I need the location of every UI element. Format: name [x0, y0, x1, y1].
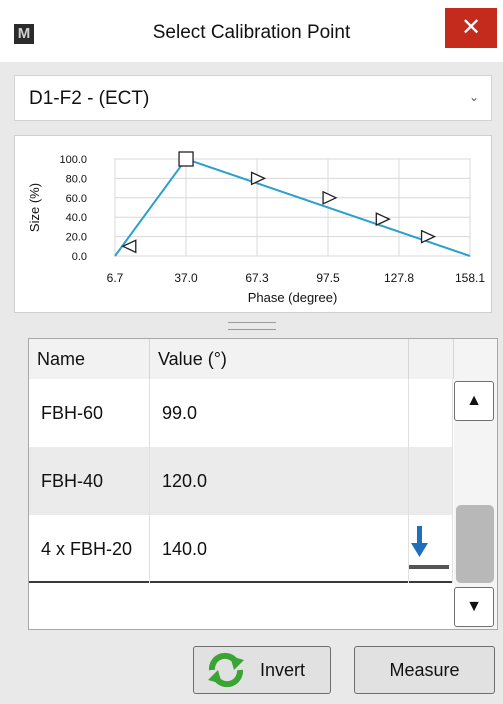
dropdown-selected-value: D1-F2 - (ECT) [29, 88, 150, 109]
chart-canvas: 6.7 37.0 67.3 97.5 127.8 158.1 0.0 20.0 40.0 60.0… [27, 151, 485, 305]
measure-button-label: Measure [389, 660, 460, 680]
row-value-cell: 120.0 [150, 447, 409, 515]
x-tick-label: 97.5 [316, 271, 340, 285]
y-tick-label: 60.0 [66, 193, 87, 205]
plot-area [114, 158, 471, 257]
row-value-cell: 99.0 [150, 379, 409, 447]
row-name-cell: 4 x FBH-20 [29, 515, 150, 583]
row-action-cell [409, 379, 453, 447]
y-tick-label: 100.0 [59, 154, 87, 166]
invert-button[interactable]: Invert [193, 646, 331, 694]
x-tick-label: 37.0 [174, 271, 198, 285]
arrow-down-to-bar-icon[interactable] [409, 521, 449, 581]
x-tick-label: 127.8 [384, 271, 414, 285]
x-tick-label: 6.7 [107, 271, 124, 285]
chevron-down-icon: ⌄ [468, 90, 479, 104]
column-header-action [409, 339, 454, 379]
row-action-cell [409, 447, 453, 515]
scroll-up-button[interactable]: ▲ [454, 381, 494, 421]
close-button[interactable]: ✕ [445, 8, 497, 48]
y-axis-label: Size (%) [27, 183, 42, 232]
vertical-scrollbar[interactable]: ▲ ▼ [454, 339, 497, 629]
x-axis-label: Phase (degree) [248, 290, 338, 305]
calibration-set-dropdown[interactable]: D1-F2 - (ECT) ⌄ [14, 75, 492, 121]
y-tick-label: 40.0 [66, 212, 87, 224]
calibration-chart: 6.7 37.0 67.3 97.5 127.8 158.1 0.0 20.0 40.0 60.0… [14, 135, 492, 313]
y-tick-label: 0.0 [72, 251, 87, 263]
title-bar: M Select Calibration Point ✕ [0, 0, 503, 62]
table-row[interactable]: FBH-60 99.0 [29, 379, 453, 447]
row-value-cell: 140.0 [150, 515, 409, 583]
table-row[interactable]: FBH-40 120.0 [29, 447, 453, 515]
scrollbar-thumb[interactable] [456, 505, 494, 583]
x-tick-label: 67.3 [245, 271, 269, 285]
row-name-cell: FBH-60 [29, 379, 150, 447]
panel-splitter-handle[interactable] [228, 322, 276, 330]
invert-button-label: Invert [260, 660, 306, 680]
row-name-cell: FBH-40 [29, 447, 150, 515]
table-row-selected[interactable]: 4 x FBH-20 140.0 [29, 515, 453, 583]
x-tick-label: 158.1 [455, 271, 485, 285]
y-tick-label: 80.0 [66, 173, 87, 185]
calibration-points-table: Name Value (°) FBH-60 99.0 FBH-40 120.0 … [28, 338, 498, 630]
calibration-point-marker [178, 151, 194, 167]
scroll-down-button[interactable]: ▼ [454, 587, 494, 627]
refresh-icon [208, 652, 244, 688]
row-action-cell [409, 515, 453, 583]
column-header-value[interactable]: Value (°) [150, 339, 409, 379]
window-title: Select Calibration Point [152, 22, 351, 43]
column-header-name[interactable]: Name [29, 339, 150, 379]
measure-button[interactable]: Measure [354, 646, 495, 694]
y-tick-label: 20.0 [66, 232, 87, 244]
